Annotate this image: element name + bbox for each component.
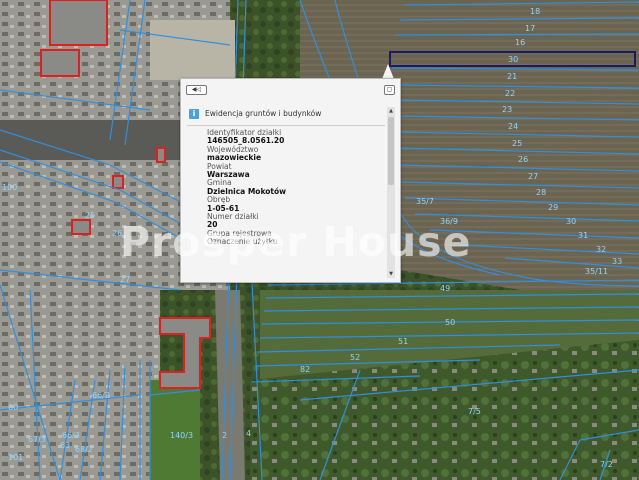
parcel-label: 21 bbox=[507, 72, 517, 81]
parcel-label: 66/3 bbox=[62, 431, 80, 440]
parcel-label: 49 bbox=[440, 284, 450, 293]
parcel-label: 4 bbox=[246, 429, 251, 438]
watermark: Prosper House bbox=[120, 218, 472, 266]
parcel-label: 17 bbox=[525, 24, 535, 33]
parcel-label: 63 bbox=[60, 441, 70, 450]
parcel-label: 7/5 bbox=[468, 407, 481, 416]
back-button[interactable]: ◀◁ bbox=[186, 85, 207, 95]
field-value-commune: Dzielnica Mokotów bbox=[207, 186, 287, 196]
parcel-label: 7/2 bbox=[600, 460, 613, 469]
field-value-voivodeship: mazowieckie bbox=[207, 153, 262, 163]
parcel-label: 32 bbox=[596, 245, 606, 254]
parcel-label: 24 bbox=[508, 122, 518, 131]
scroll-down-icon[interactable]: ▼ bbox=[387, 270, 395, 278]
parcel-label: 52 bbox=[350, 353, 360, 362]
parcel-label: 101 bbox=[8, 453, 23, 462]
parcel-label: 67/3 bbox=[28, 435, 46, 444]
parcel-label: 27 bbox=[528, 172, 538, 181]
parcel-label: 68/2 bbox=[75, 445, 93, 454]
parcel-label: 50 bbox=[445, 318, 455, 327]
popup-pointer bbox=[382, 64, 394, 79]
parcel-label: 35/11 bbox=[585, 267, 608, 276]
scrollbar-thumb[interactable] bbox=[388, 117, 394, 185]
scroll-up-icon[interactable]: ▲ bbox=[387, 107, 395, 115]
close-button[interactable]: ▢ bbox=[384, 85, 395, 95]
parcel-label: 27 bbox=[120, 275, 130, 284]
parcel-label: 28 bbox=[536, 188, 546, 197]
parcel-label: 29 bbox=[548, 203, 558, 212]
info-icon: i bbox=[189, 109, 199, 119]
parcel-label: 51 bbox=[398, 337, 408, 346]
parcel-label: 31 bbox=[578, 231, 588, 240]
parcel-label: 30 bbox=[508, 55, 518, 64]
parcel-label: 2 bbox=[222, 431, 227, 440]
parcel-label: 18 bbox=[530, 7, 540, 16]
parcel-label: 25 bbox=[85, 211, 95, 220]
parcel-label: 140/3 bbox=[170, 431, 193, 440]
parcel-label: 30 bbox=[566, 217, 576, 226]
field-value-county: Warszawa bbox=[207, 170, 250, 180]
parcel-label: 22 bbox=[505, 89, 515, 98]
parcel-label: 82 bbox=[300, 365, 310, 374]
parcel-label: 100 bbox=[2, 183, 17, 192]
panel-title: Ewidencja gruntów i budynków bbox=[205, 109, 322, 118]
parcel-label: 26 bbox=[518, 155, 528, 164]
parcel-label: 35/7 bbox=[416, 197, 434, 206]
parcel-label: 16 bbox=[515, 38, 525, 47]
parcel-label: 33 bbox=[612, 257, 622, 266]
popup-toolbar: ◀◁ ▢ bbox=[181, 79, 400, 99]
parcel-label: 66/2 bbox=[92, 391, 110, 400]
parcel-label: 60 bbox=[8, 403, 18, 412]
panel-header[interactable]: i Ewidencja gruntów i budynków bbox=[187, 107, 385, 126]
parcel-label: 25 bbox=[512, 139, 522, 148]
parcel-label: 23 bbox=[502, 105, 512, 114]
